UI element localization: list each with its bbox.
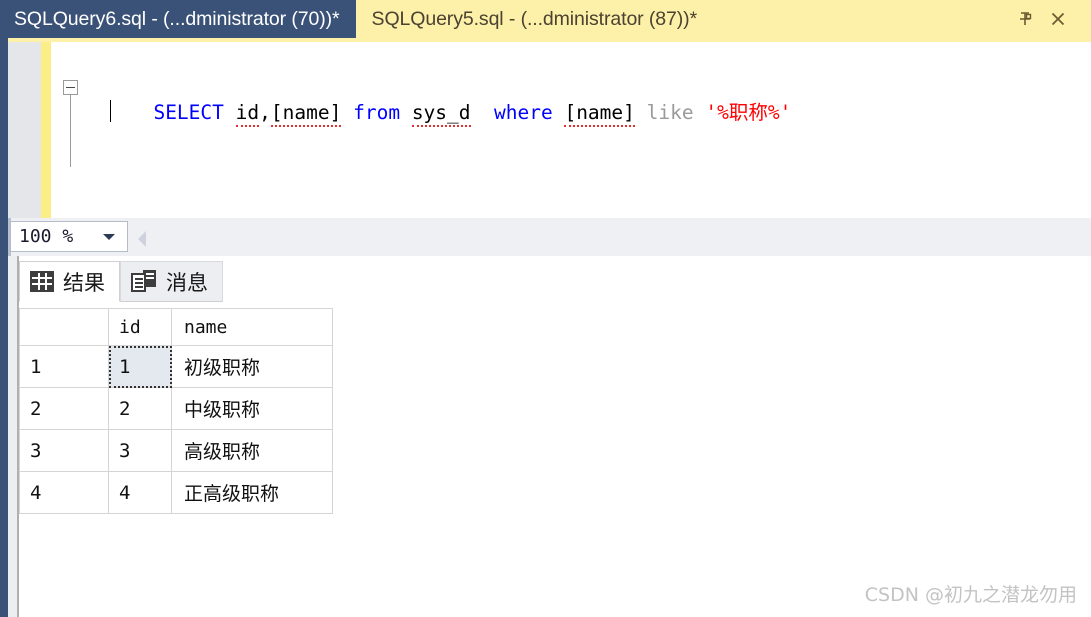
token-name-col: [name] <box>270 101 342 127</box>
cell-id[interactable]: 2 <box>108 387 172 430</box>
grid-header-row: id name <box>19 308 333 346</box>
grid-header-id[interactable]: id <box>108 308 172 346</box>
token-table-sys-d: sys_d <box>411 101 471 127</box>
table-row[interactable]: 1 1 初级职称 <box>19 345 333 388</box>
editor-change-bar <box>41 42 51 218</box>
token-space-1 <box>224 101 236 124</box>
token-comma: , <box>259 101 271 124</box>
editor-indicator-margin[interactable] <box>8 42 41 218</box>
results-pane: 结果 消息 id name 1 1 初级职称 2 2 中级职称 3 3 高级职称… <box>0 256 1091 617</box>
cell-name[interactable]: 中级职称 <box>171 387 333 430</box>
cell-id[interactable]: 1 <box>108 345 172 388</box>
token-where: where <box>494 101 553 124</box>
message-icon <box>131 270 157 293</box>
row-number[interactable]: 3 <box>19 429 109 472</box>
cell-id[interactable]: 3 <box>108 429 172 472</box>
cell-name[interactable]: 初级职称 <box>171 345 333 388</box>
editor-code-surface[interactable]: SELECT id,[name] from sys_d where [name]… <box>51 42 1091 218</box>
tab-sqlquery6-label: SQLQuery6.sql - (...dministrator (70))* <box>14 7 340 30</box>
token-space-7 <box>694 101 706 124</box>
token-select: SELECT <box>153 101 224 124</box>
grid-header-name[interactable]: name <box>171 308 333 346</box>
collapse-minus-icon[interactable] <box>63 80 78 95</box>
text-caret <box>110 100 111 122</box>
tab-messages[interactable]: 消息 <box>120 261 223 302</box>
results-left-gutter <box>8 256 17 617</box>
outline-guide-line <box>70 95 71 167</box>
pin-icon[interactable] <box>1017 10 1035 28</box>
sql-code-line: SELECT id,[name] from sys_d where [name]… <box>83 74 791 152</box>
tab-results[interactable]: 结果 <box>19 261 120 302</box>
token-like: like <box>646 101 694 124</box>
watermark: CSDN @初九之潜龙勿用 <box>864 584 1077 606</box>
table-row[interactable]: 3 3 高级职称 <box>19 429 333 472</box>
tab-messages-label: 消息 <box>166 271 208 295</box>
row-number[interactable]: 2 <box>19 387 109 430</box>
table-row[interactable]: 2 2 中级职称 <box>19 387 333 430</box>
results-left-edge <box>0 256 8 617</box>
token-space-5 <box>553 101 565 124</box>
editor-left-edge <box>0 42 8 218</box>
zoom-level-value: 100 % <box>19 226 74 247</box>
results-tab-strip: 结果 消息 <box>19 261 223 302</box>
results-grid[interactable]: id name 1 1 初级职称 2 2 中级职称 3 3 高级职称 4 4 正… <box>19 308 333 514</box>
grid-icon <box>30 271 54 292</box>
token-id: id <box>235 101 260 127</box>
token-space-4 <box>471 101 494 124</box>
cell-name[interactable]: 正高级职称 <box>171 471 333 514</box>
token-name-col-2: [name] <box>564 101 635 127</box>
splitter-left-arrow-icon[interactable] <box>138 231 146 247</box>
zoom-level-combobox[interactable]: 100 % <box>10 221 128 252</box>
tab-results-label: 结果 <box>63 271 105 295</box>
tab-buttons <box>1017 10 1081 28</box>
grid-header-corner[interactable] <box>19 308 109 346</box>
cell-id[interactable]: 4 <box>108 471 172 514</box>
row-number[interactable]: 1 <box>19 345 109 388</box>
chevron-down-icon[interactable] <box>103 233 115 240</box>
sql-editor[interactable]: SELECT id,[name] from sys_d where [name]… <box>0 42 1091 218</box>
table-row[interactable]: 4 4 正高级职称 <box>19 471 333 514</box>
zoom-bar-left-edge <box>0 218 8 256</box>
tab-sqlquery5[interactable]: SQLQuery5.sql - (...dministrator (87))* <box>355 0 1091 38</box>
tab-sqlquery6[interactable]: SQLQuery6.sql - (...dministrator (70))* <box>0 0 356 38</box>
tab-sqlquery5-label: SQLQuery5.sql - (...dministrator (87))* <box>371 7 698 30</box>
close-icon[interactable] <box>1049 10 1067 28</box>
cell-name[interactable]: 高级职称 <box>171 429 333 472</box>
row-number[interactable]: 4 <box>19 471 109 514</box>
token-space-6 <box>635 101 647 124</box>
token-space-3 <box>400 101 412 124</box>
token-string-literal: '%职称%' <box>705 101 792 124</box>
token-space-2 <box>341 101 353 124</box>
editor-zoom-bar: 100 % <box>0 218 1091 256</box>
token-from: from <box>353 101 401 124</box>
editor-tab-bar: SQLQuery6.sql - (...dministrator (70))* … <box>0 0 1091 38</box>
